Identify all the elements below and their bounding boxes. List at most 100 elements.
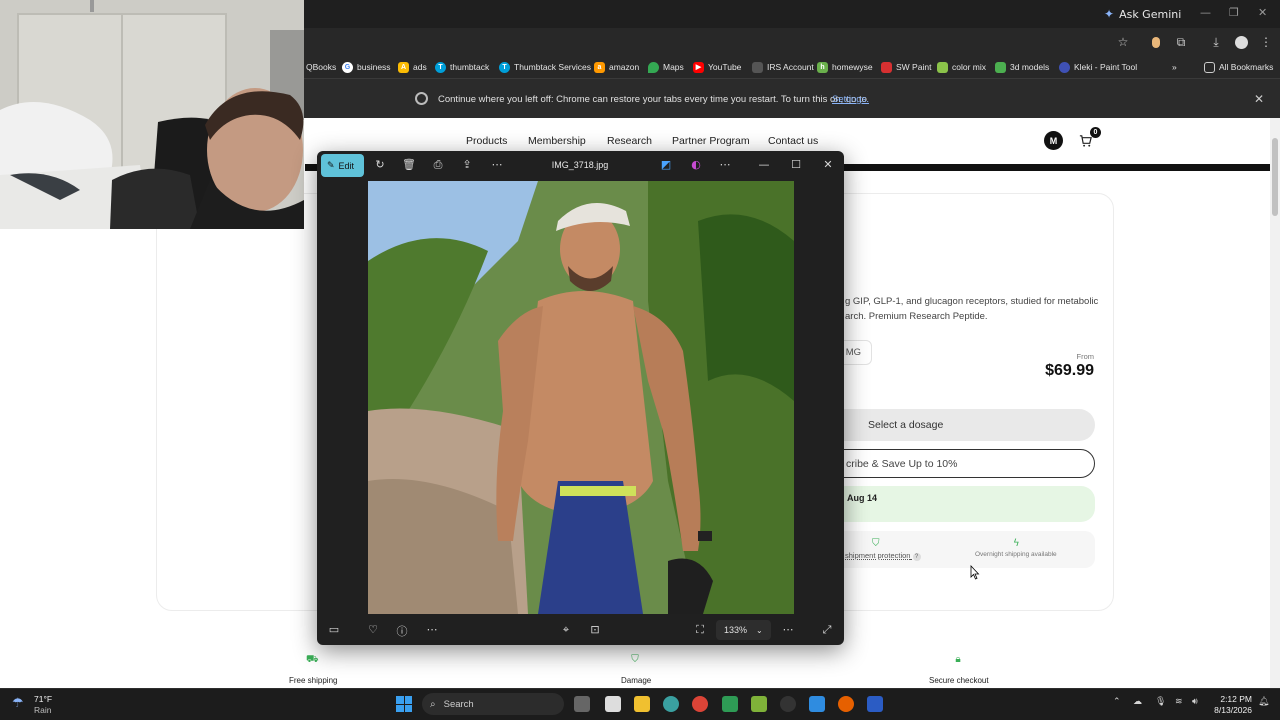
nav-contact-us[interactable]: Contact us: [768, 135, 818, 147]
shipment-protection-label: shipment protection: [845, 551, 911, 560]
ask-gemini-button[interactable]: ✦ Ask Gemini: [1104, 5, 1181, 23]
print-icon[interactable]: ⎙: [430, 158, 446, 172]
microphone-icon[interactable]: 🎙︎: [1155, 697, 1166, 707]
full-screen-icon[interactable]: ⤢: [819, 623, 835, 637]
bookmark-thumbtack-services[interactable]: T Thumbtack Services: [499, 60, 591, 74]
copy-text-icon[interactable]: ⊡: [587, 623, 603, 636]
file-explorer-icon[interactable]: [634, 696, 650, 712]
window-maximize-icon[interactable]: ☐: [788, 158, 804, 171]
download-icon[interactable]: ⤓: [1207, 33, 1225, 51]
restore-icon[interactable]: ❐: [1229, 6, 1239, 19]
photo-display[interactable]: [368, 181, 794, 614]
zoom-level-dropdown[interactable]: 133% ⌄: [716, 620, 771, 640]
bookmark-color-mix[interactable]: color mix: [937, 60, 986, 74]
copilot-icon[interactable]: ◐: [688, 158, 704, 171]
notification-icon[interactable]: 🔔︎: [1258, 697, 1269, 707]
volume-icon[interactable]: 🔊︎: [1192, 697, 1198, 707]
more-options-icon[interactable]: ⋯: [424, 623, 440, 636]
filmstrip-icon[interactable]: ▭: [326, 623, 342, 636]
bookmark-amazon[interactable]: a amazon: [594, 60, 639, 74]
more-options-icon[interactable]: ⋯: [780, 623, 796, 636]
show-hidden-icons-chevron-icon[interactable]: ⌃: [1113, 697, 1121, 707]
weather-temperature[interactable]: 71°F: [34, 694, 52, 704]
close-icon[interactable]: ✕: [1258, 6, 1267, 19]
extensions-puzzle-icon[interactable]: ⧉: [1172, 33, 1190, 51]
all-bookmarks-folder[interactable]: All Bookmarks: [1204, 60, 1273, 74]
clock-time[interactable]: 2:12 PM: [1208, 694, 1252, 704]
notepad-icon[interactable]: [605, 696, 621, 712]
gemini-sparkle-icon: ✦: [1104, 7, 1115, 21]
chrome-menu-icon[interactable]: ⋮: [1257, 33, 1275, 51]
bookmark-homewyse[interactable]: h homewyse: [817, 60, 873, 74]
rotate-icon[interactable]: ↻: [372, 158, 388, 171]
visual-search-icon[interactable]: ⌖: [558, 623, 574, 637]
feature-damage: Damage: [621, 676, 652, 685]
clock-date[interactable]: 8/13/2026: [1208, 705, 1252, 715]
more-options-icon[interactable]: ⋯: [717, 158, 733, 171]
app-icon[interactable]: [780, 696, 796, 712]
subscribe-save-button[interactable]: cribe & Save Up to 10%: [820, 449, 1095, 478]
bookmark-ads[interactable]: Aads: [398, 60, 427, 74]
mouse-cursor-icon: [970, 565, 980, 580]
settings-link[interactable]: Settings.: [832, 94, 869, 105]
more-options-icon[interactable]: ⋯: [489, 158, 505, 171]
bookmark-thumbtack[interactable]: Tthumbtack: [435, 60, 489, 74]
bookmark-kleki[interactable]: Kleki - Paint Tool: [1059, 60, 1137, 74]
photos-icon[interactable]: [809, 696, 825, 712]
bookmark-label: thumbtack: [450, 62, 490, 72]
minimize-icon[interactable]: —: [1200, 6, 1211, 19]
infobar-close-icon[interactable]: ✕: [1254, 92, 1264, 106]
bookmark-sw-paint[interactable]: SW Paint: [881, 60, 931, 74]
weather-condition[interactable]: Rain: [34, 705, 51, 715]
bookmark-3d-models[interactable]: 3d models: [995, 60, 1049, 74]
bookmark-qbooks[interactable]: QBooks: [306, 60, 336, 74]
product-price: $69.99: [1045, 362, 1094, 379]
edit-button[interactable]: ✎ Edit: [321, 154, 364, 177]
wifi-icon[interactable]: ≋: [1175, 697, 1183, 707]
bookmark-maps[interactable]: Maps: [648, 60, 684, 74]
bookmark-irs-account[interactable]: IRS Account: [752, 60, 814, 74]
select-dosage-button[interactable]: Select a dosage: [820, 409, 1095, 441]
account-avatar[interactable]: M: [1044, 131, 1063, 150]
network-icon[interactable]: ☁: [1133, 697, 1142, 707]
taskbar-search[interactable]: ⌕ Search: [422, 693, 564, 715]
extension-icon[interactable]: [1147, 33, 1165, 51]
scrollbar-thumb[interactable]: [1272, 138, 1278, 216]
bookmark-label: SW Paint: [896, 62, 932, 72]
designer-icon[interactable]: ◩: [658, 158, 674, 171]
shipment-protection-link[interactable]: shipment protection ?: [845, 551, 921, 561]
bookmark-business[interactable]: Gbusiness: [342, 60, 391, 74]
help-icon[interactable]: ?: [912, 553, 921, 561]
nav-research[interactable]: Research: [607, 135, 652, 147]
app-icon[interactable]: [751, 696, 767, 712]
firefox-icon[interactable]: [838, 696, 854, 712]
word-icon[interactable]: [867, 696, 883, 712]
more-bookmarks-chevron-icon[interactable]: »: [1172, 60, 1177, 74]
zoom-level-value: 133%: [724, 625, 748, 635]
chrome-taskbar-icon[interactable]: [692, 696, 708, 712]
webcam-overlay: [0, 0, 304, 229]
google-icon: G: [342, 61, 353, 73]
share-icon[interactable]: ⇪: [459, 158, 475, 171]
webcam-feed-image: [0, 0, 304, 229]
nav-partner-program[interactable]: Partner Program: [672, 135, 750, 147]
nav-membership[interactable]: Membership: [528, 135, 586, 147]
windows-start-icon[interactable]: [396, 696, 412, 712]
task-view-icon[interactable]: [574, 696, 590, 712]
favorite-heart-icon[interactable]: ♡: [365, 623, 381, 636]
delete-icon[interactable]: 🗑︎: [401, 158, 417, 171]
bookmark-label: homewyse: [832, 62, 873, 72]
window-minimize-icon[interactable]: —: [756, 158, 772, 171]
window-close-icon[interactable]: ✕: [820, 158, 836, 171]
edge-icon[interactable]: [663, 696, 679, 712]
bookmark-youtube[interactable]: ▶ YouTube: [693, 60, 741, 74]
bookmark-star-icon[interactable]: ☆: [1114, 33, 1132, 51]
profile-avatar[interactable]: [1232, 33, 1250, 51]
3d-models-icon: [995, 61, 1006, 73]
spreadsheet-app-icon[interactable]: [722, 696, 738, 712]
weather-rain-icon[interactable]: ☂: [12, 696, 24, 711]
fit-to-window-icon[interactable]: ⛶: [692, 623, 708, 637]
info-icon[interactable]: ⓘ: [394, 623, 410, 639]
feature-free-shipping: Free shipping: [289, 676, 338, 685]
nav-products[interactable]: Products: [466, 135, 507, 147]
